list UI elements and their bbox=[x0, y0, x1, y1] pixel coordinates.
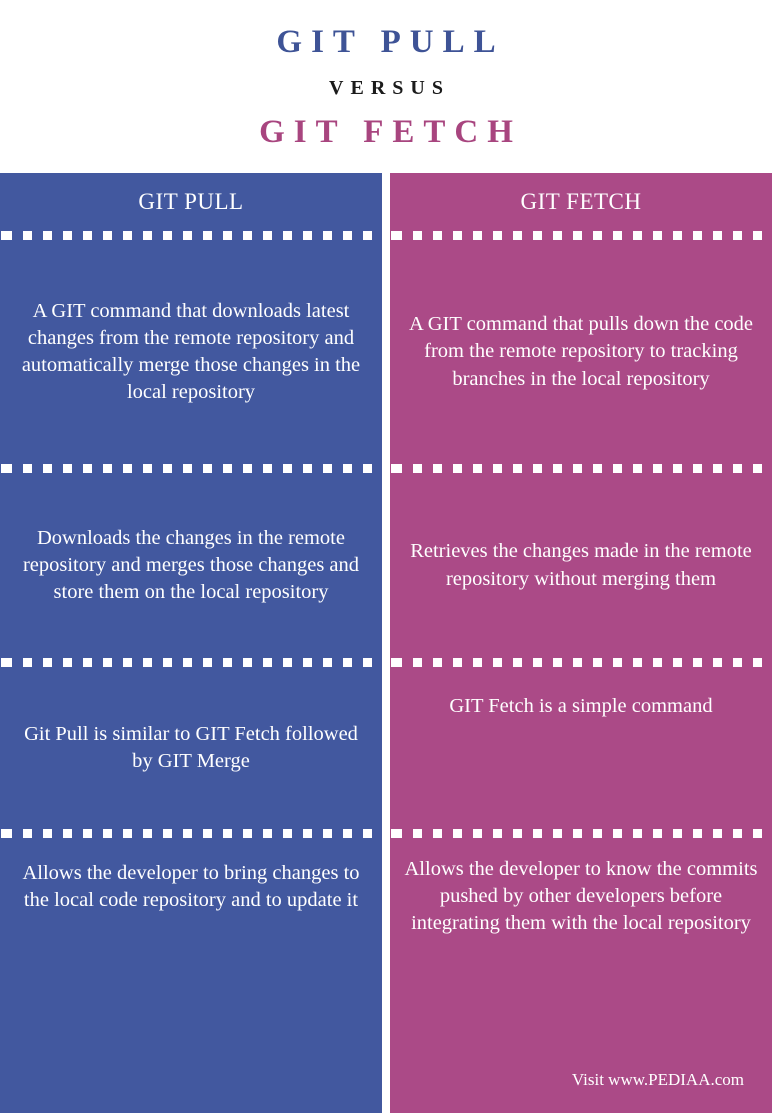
column-git-pull: GIT PULL A GIT command that downloads la… bbox=[0, 173, 382, 1113]
cell-text: Git Pull is similar to GIT Fetch followe… bbox=[24, 722, 358, 772]
column-gutter bbox=[382, 173, 390, 1113]
cell-git-pull-2: Downloads the changes in the remote repo… bbox=[0, 473, 382, 658]
cell-git-fetch-4: Allows the developer to know the commits… bbox=[390, 838, 772, 1113]
cell-git-fetch-3: GIT Fetch is a simple command bbox=[390, 667, 772, 829]
dotted-separator bbox=[390, 658, 772, 667]
column-heading-git-fetch: GIT FETCH bbox=[520, 189, 642, 214]
cell-text: A GIT command that pulls down the code f… bbox=[408, 313, 754, 390]
dotted-separator bbox=[0, 231, 382, 240]
dotted-separator bbox=[390, 231, 772, 240]
cell-text: A GIT command that downloads latest chan… bbox=[21, 299, 361, 404]
cell-text: Allows the developer to bring changes to… bbox=[22, 862, 360, 912]
cell-git-pull-1: A GIT command that downloads latest chan… bbox=[0, 240, 382, 464]
page-header: GIT PULL VERSUS GIT FETCH bbox=[0, 0, 772, 173]
cell-text: Downloads the changes in the remote repo… bbox=[22, 526, 360, 604]
dotted-separator bbox=[390, 829, 772, 838]
cell-text: Allows the developer to know the commits… bbox=[404, 858, 758, 935]
page-title-versus: VERSUS bbox=[329, 77, 450, 99]
page-title-sub: GIT FETCH bbox=[259, 114, 522, 150]
dotted-separator bbox=[0, 829, 382, 838]
cell-git-pull-3: Git Pull is similar to GIT Fetch followe… bbox=[0, 667, 382, 829]
comparison-board: GIT PULL A GIT command that downloads la… bbox=[0, 173, 772, 1113]
column-git-fetch: GIT FETCH A GIT command that pulls down … bbox=[390, 173, 772, 1113]
dotted-separator bbox=[0, 658, 382, 667]
dotted-separator bbox=[0, 464, 382, 473]
cell-git-fetch-2: Retrieves the changes made in the remote… bbox=[390, 473, 772, 658]
cell-git-fetch-1: A GIT command that pulls down the code f… bbox=[390, 240, 772, 464]
attribution-text: Visit www.PEDIAA.com bbox=[571, 1069, 744, 1089]
page-title-main: GIT PULL bbox=[276, 24, 505, 60]
column-heading-git-pull: GIT PULL bbox=[138, 189, 244, 214]
cell-git-pull-4: Allows the developer to bring changes to… bbox=[0, 838, 382, 1113]
dotted-separator bbox=[390, 464, 772, 473]
cell-text: GIT Fetch is a simple command bbox=[449, 695, 713, 717]
cell-text: Retrieves the changes made in the remote… bbox=[410, 540, 752, 590]
